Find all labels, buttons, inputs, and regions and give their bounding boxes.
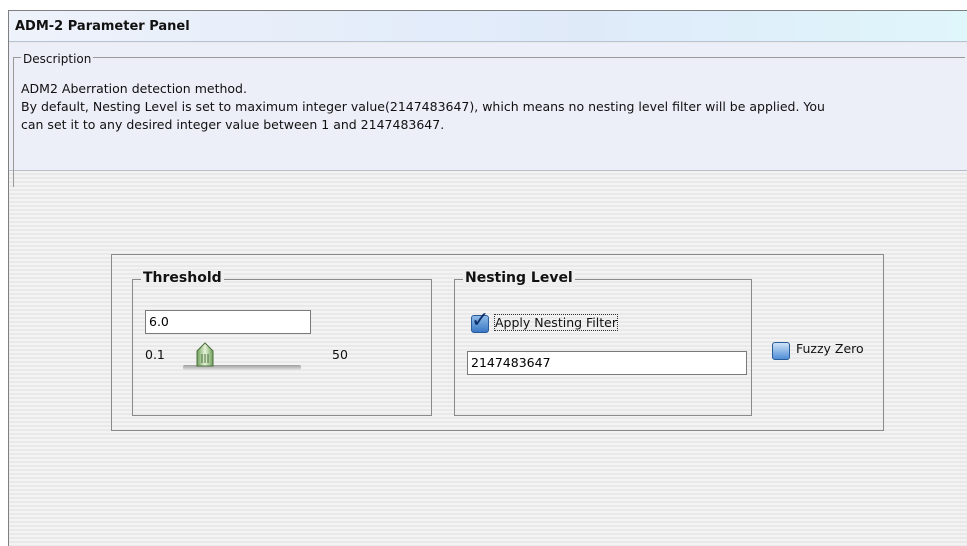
fuzzy-zero-checkbox[interactable] [772,342,790,360]
panel-title: ADM-2 Parameter Panel [15,19,190,34]
description-line-3: can set it to any desired integer value … [21,117,445,132]
threshold-legend: Threshold [141,270,224,286]
description-panel: Description ADM2 Aberration detection me… [9,43,967,187]
description-legend: Description [21,52,94,66]
apply-nesting-filter-label[interactable]: Apply Nesting Filter [494,314,618,331]
description-text: ADM2 Aberration detection method. By def… [21,80,961,134]
fuzzy-zero-label[interactable]: Fuzzy Zero [796,341,864,356]
nesting-level-input[interactable]: 2147483647 [467,351,747,375]
description-line-2: By default, Nesting Level is set to maxi… [21,99,825,114]
slider-min-label: 0.1 [145,347,165,362]
slider-max-label: 50 [332,347,348,362]
threshold-group: Threshold 6.0 0.1 50 [132,270,432,416]
nesting-level-legend: Nesting Level [463,270,575,286]
nesting-level-group: Nesting Level ✓ Apply Nesting Filter 214… [454,270,752,416]
parameter-panel-window: ADM-2 Parameter Panel Description ADM2 A… [8,10,967,546]
title-bar: ADM-2 Parameter Panel [9,11,967,42]
apply-nesting-filter-checkbox[interactable]: ✓ [471,310,489,333]
threshold-input[interactable]: 6.0 [145,310,311,334]
parameters-group: Threshold 6.0 0.1 50 Nesting Level ✓ App… [111,254,884,431]
check-mark-icon: ✓ [471,308,490,333]
description-line-1: ADM2 Aberration detection method. [21,81,247,96]
slider-thumb-icon[interactable] [195,342,215,373]
